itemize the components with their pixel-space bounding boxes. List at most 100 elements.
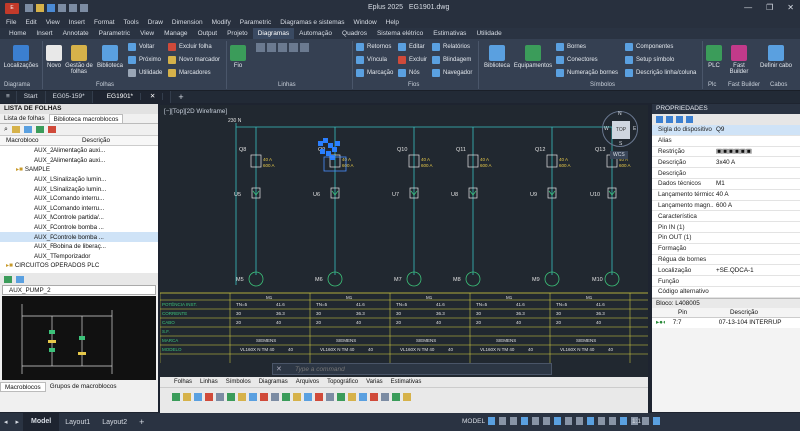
menu-dimension[interactable]: Dimension <box>172 19 203 26</box>
property-row[interactable]: Descrição 3x40 A <box>652 157 800 169</box>
group-folhas[interactable]: Folhas <box>96 82 114 88</box>
fio-button[interactable]: Fio <box>228 45 248 69</box>
print-icon[interactable] <box>58 4 66 12</box>
tab-utilidade[interactable]: Utilidade <box>471 28 506 39</box>
tool-icon[interactable] <box>337 393 345 401</box>
menu-diagramas[interactable]: Diagramas e sistemas <box>280 19 344 26</box>
doc-tab-eg05[interactable]: EG05-159* <box>46 91 93 103</box>
tab-diagramas-bottom[interactable]: Diagramas <box>259 379 288 385</box>
list-item[interactable]: AUX_PUMP_1Controle bomba ... <box>0 223 158 233</box>
drawing-canvas[interactable]: [−][Top][2D Wireframe] Q840 A600 AU5M5Q9… <box>160 105 648 377</box>
relatorios-button[interactable]: Relatórios <box>432 43 470 51</box>
pin-row[interactable]: ▸●◐ 7:7 07-13-104 INTERRUP <box>652 317 800 328</box>
tool-icon[interactable] <box>249 393 257 401</box>
tool-icon[interactable] <box>403 393 411 401</box>
plc-button[interactable]: PLC <box>704 45 724 69</box>
add-tab-icon[interactable]: + <box>171 91 190 103</box>
tool-icon[interactable] <box>392 393 400 401</box>
localizacoes-button[interactable]: Localizações <box>3 45 39 69</box>
compass-s[interactable]: S <box>619 141 622 147</box>
command-close-icon[interactable]: ✕ <box>276 365 282 373</box>
group-plc[interactable]: Plc <box>708 82 716 88</box>
group-cabos[interactable]: Cabos <box>770 82 787 88</box>
tab-model[interactable]: Model <box>23 413 60 431</box>
list-item-folder[interactable]: ▸■ SAMPLE <box>0 165 158 175</box>
list-item[interactable]: AUX_LIGHT_REL...Comando interru... <box>0 194 158 204</box>
tool-icon[interactable] <box>238 393 246 401</box>
tool-icon[interactable] <box>326 393 334 401</box>
command-input[interactable] <box>295 365 545 374</box>
line-tool-icon[interactable] <box>278 43 287 52</box>
doc-tab-eg1901[interactable]: EG1901* ✕ <box>92 91 172 103</box>
equipamentos-button[interactable]: Equipamentos <box>513 45 553 69</box>
delete-icon[interactable] <box>47 126 56 133</box>
insert-icon[interactable] <box>35 126 44 133</box>
excluir-folha-button[interactable]: Excluir folha <box>168 43 212 51</box>
group-fast-builder[interactable]: Fast Builder <box>728 82 760 88</box>
line-tool-icon[interactable] <box>300 43 309 52</box>
header-descricao[interactable]: Descrição <box>82 137 110 144</box>
property-value[interactable]: +SE.QDCA-1 <box>714 267 800 274</box>
property-row[interactable]: Pin IN (1) <box>652 222 800 233</box>
menu-file[interactable]: File <box>6 19 16 26</box>
property-value[interactable]: ▣▣▣▣▣▣ <box>714 148 800 155</box>
tab-output[interactable]: Output <box>193 28 223 39</box>
tool-icon[interactable] <box>348 393 356 401</box>
menu-modify[interactable]: Modify <box>212 19 231 26</box>
edit-macro-icon[interactable] <box>16 275 24 283</box>
novo-button[interactable]: Novo <box>44 45 64 69</box>
property-row[interactable]: Lançamento magn... 600 A <box>652 201 800 212</box>
close-tab-icon[interactable]: ✕ <box>142 93 164 100</box>
utilidade-button[interactable]: Utilidade <box>128 69 162 77</box>
add-layout-icon[interactable]: + <box>133 417 150 427</box>
bornes-button[interactable]: Bornes <box>556 43 586 51</box>
search-icon[interactable]: ⌕ <box>4 126 8 134</box>
property-row[interactable]: Sigla do dispositivo Q9 <box>652 125 800 136</box>
tab-simbolos[interactable]: Símbolos <box>226 379 251 385</box>
blindagem-button[interactable]: Blindagem <box>432 56 471 64</box>
property-value[interactable]: Q9 <box>714 126 800 133</box>
header-macrobloco[interactable]: Macrobloco <box>0 137 82 144</box>
marcacao-button[interactable]: Marcação <box>356 69 393 77</box>
compass-n[interactable]: N <box>618 111 622 117</box>
folder-icon[interactable] <box>11 126 20 133</box>
tool-icon[interactable] <box>183 393 191 401</box>
tab-macroblocos[interactable]: Macroblocos <box>0 382 46 392</box>
menu-icon[interactable]: ≡ <box>0 91 17 103</box>
open-file-icon[interactable] <box>36 4 44 12</box>
status-toggle-icon[interactable] <box>543 417 550 425</box>
setup-simbolo-button[interactable]: Setup símbolo <box>625 56 674 64</box>
list-item[interactable]: AUX_LAMPSinalização lumin... <box>0 175 158 185</box>
tab-biblioteca-macroblocos[interactable]: Biblioteca macroblocos <box>48 114 124 123</box>
tool-icon[interactable] <box>227 393 235 401</box>
tool-icon[interactable] <box>293 393 301 401</box>
tab-folhas[interactable]: Folhas <box>174 379 192 385</box>
editar-button[interactable]: Editar <box>398 43 425 51</box>
vincula-button[interactable]: Víncula <box>356 56 387 64</box>
menu-edit[interactable]: Edit <box>25 19 36 26</box>
novo-marcador-button[interactable]: Novo marcador <box>168 56 220 64</box>
tab-annotate[interactable]: Annotate <box>58 28 94 39</box>
retornos-button[interactable]: Retornos <box>356 43 391 51</box>
line-tool-icon[interactable] <box>289 43 298 52</box>
list-item[interactable]: AUX_LAMP_BELLSinalização lumin... <box>0 184 158 194</box>
biblioteca-simbolos-button[interactable]: Biblioteca <box>481 45 513 69</box>
tool-icon[interactable] <box>359 393 367 401</box>
biblioteca-button[interactable]: Biblioteca <box>95 45 125 69</box>
redo-icon[interactable] <box>80 4 88 12</box>
property-value[interactable]: 600 A <box>714 202 800 209</box>
property-value[interactable]: M1 <box>714 180 800 187</box>
status-toggle-icon[interactable] <box>598 417 605 425</box>
list-item[interactable]: AUX_LIGHT_TIM...Comando interru... <box>0 204 158 214</box>
status-toggle-icon[interactable] <box>499 417 506 425</box>
viewcube[interactable]: TOP N S W E <box>602 111 638 147</box>
nos-button[interactable]: Nós <box>398 69 420 77</box>
menu-help[interactable]: Help <box>386 19 399 26</box>
line-tool-icon[interactable] <box>256 43 265 52</box>
menu-tools[interactable]: Tools <box>124 19 139 26</box>
line-tool-icon[interactable] <box>267 43 276 52</box>
tab-sistema-eletrico[interactable]: Sistema elétrico <box>372 28 428 39</box>
status-toggle-icon[interactable] <box>510 417 517 425</box>
menu-window[interactable]: Window <box>354 19 377 26</box>
tab-insert[interactable]: Insert <box>31 28 57 39</box>
